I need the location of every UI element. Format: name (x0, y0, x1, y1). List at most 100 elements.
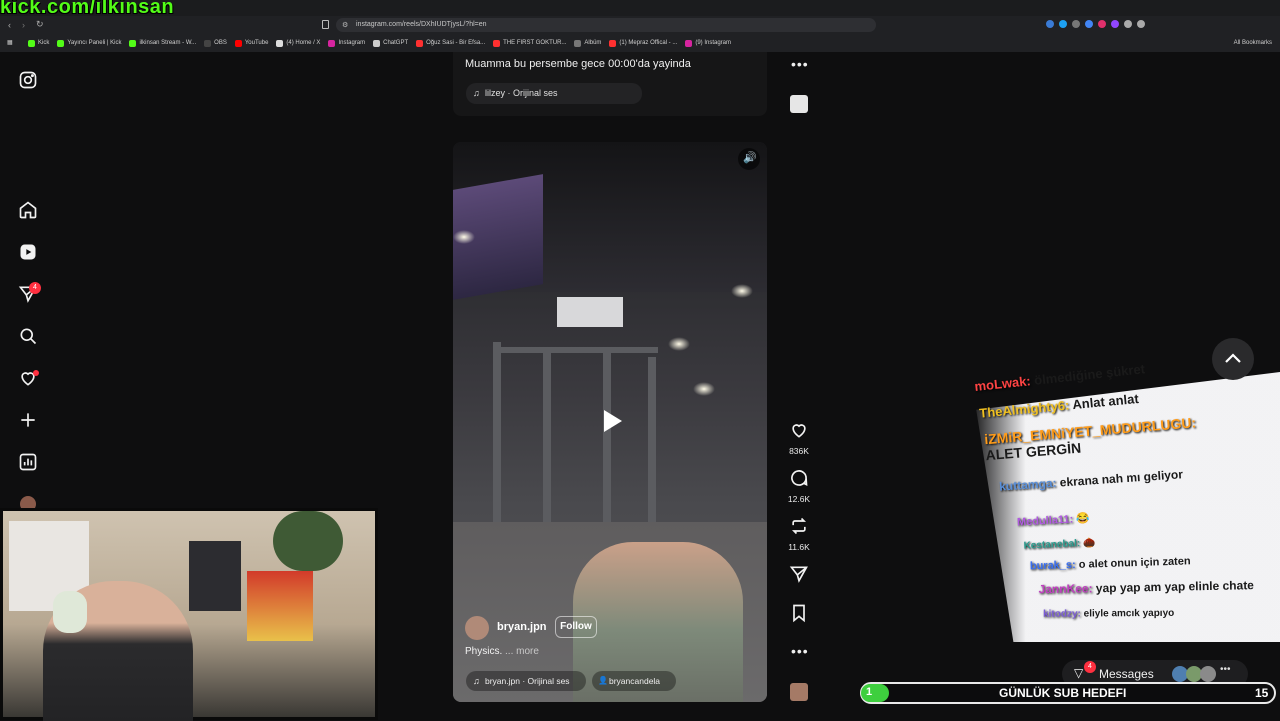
chat-text: yap yap am yap elinle chate (1095, 578, 1255, 596)
chat-message: iZMiR_EMNiYET_MUDURLUGU: ALET GERGİN (984, 411, 1236, 463)
messages-more-icon: ••• (1220, 664, 1231, 675)
chat-message: burak_s: o alet onun için zaten (1030, 555, 1191, 572)
kick-overlay-text: kick.com/ilkinsan (0, 0, 175, 18)
reel-play-button[interactable] (594, 404, 628, 438)
bookmark-item[interactable]: Kick (28, 36, 49, 50)
extension-icon[interactable] (1098, 20, 1106, 28)
bookmark-item[interactable]: Instagram (328, 36, 365, 50)
person-icon: 👤 (598, 676, 608, 685)
bookmark-item[interactable]: ilkinsan Stream - W... (129, 36, 196, 50)
caption-more-link[interactable]: ... more (505, 646, 539, 657)
audio-thumbnail[interactable] (790, 683, 808, 701)
extension-icon[interactable] (1046, 20, 1054, 28)
bookmark-favicon-icon (328, 39, 336, 47)
like-action[interactable]: 836K (786, 420, 812, 456)
extension-icon[interactable] (1059, 20, 1067, 28)
previous-more-options-icon[interactable]: ••• (791, 56, 809, 72)
chat-username: JannKee: (1038, 581, 1096, 597)
bookmark-item[interactable]: (4) Home / X (276, 36, 320, 50)
bookmark-label: OBS (214, 40, 227, 46)
create-plus-icon[interactable] (18, 410, 38, 430)
repost-action[interactable]: 11.6K (786, 516, 812, 552)
ceiling-light (693, 382, 715, 396)
chat-message: kitodzy: eliyle amcık yapıyo (1043, 608, 1174, 620)
tagged-user-label: bryancandela (609, 676, 661, 686)
bookmark-favicon-icon (609, 39, 617, 47)
extension-icon[interactable] (1072, 20, 1080, 28)
apps-icon[interactable]: ▦ (7, 36, 13, 50)
extension-icon[interactable] (1124, 20, 1132, 28)
reel-caption-text: Physics. (465, 646, 503, 657)
bookmark-item[interactable]: (1) Mepraz Offical - ... (609, 36, 677, 50)
bookmark-page-icon[interactable] (322, 20, 329, 29)
chat-username: TheAlmighty6: (978, 397, 1074, 421)
title-bar (0, 0, 1280, 16)
messages-label: Messages (1099, 667, 1154, 681)
ceiling-light (668, 337, 690, 351)
previous-audio-thumbnail[interactable] (790, 95, 808, 113)
bookmarks-bar: ▦ Kick Yayıncı Paneli | Kick ilkinsan Stre… (0, 36, 1280, 50)
bookmark-label: Yayıncı Paneli | Kick (67, 40, 122, 46)
bookmark-label: ChatGPT (383, 40, 409, 46)
extension-icon[interactable] (1137, 20, 1145, 28)
follow-button[interactable]: Follow (555, 616, 597, 638)
reel-author-username[interactable]: bryan.jpn (497, 621, 547, 633)
site-info-icon[interactable]: ⚙ (342, 21, 348, 29)
more-options-icon[interactable]: ••• (791, 643, 809, 659)
bookmark-item[interactable]: ChatGPT (373, 36, 408, 50)
repost-icon (791, 517, 807, 535)
reel-sound-toggle[interactable]: 🔊 (738, 148, 760, 170)
bookmark-label: (1) Mepraz Offical - ... (619, 40, 678, 46)
chat-message: JannKee: yap yap am yap elinle chate (1038, 578, 1254, 596)
bookmark-label: Instagram (338, 40, 366, 46)
chat-username: Medulla11: (1016, 513, 1077, 529)
webcam-poster (247, 571, 313, 641)
extension-icon[interactable] (1085, 20, 1093, 28)
all-bookmarks[interactable]: All Bookmarks (1234, 36, 1272, 50)
bookmark-item[interactable]: Yayıncı Paneli | Kick (57, 36, 121, 50)
tagged-user-pill[interactable]: 👤 bryancandela (592, 671, 676, 691)
chat-text: o alet onun için zaten (1078, 555, 1191, 571)
previous-reel-audio-pill[interactable]: ♫ lilzey · Orijinal ses (466, 83, 642, 104)
reel-author-avatar[interactable] (465, 616, 489, 640)
share-icon (789, 566, 808, 583)
reload-icon[interactable]: ↻ (36, 19, 44, 30)
bookmark-icon (793, 604, 805, 623)
chat-username: Kestanebal: (1023, 538, 1084, 552)
address-bar[interactable]: instagram.com/reels/DXhIUDTjysL/?hl=en (336, 18, 876, 32)
sub-goal-label: GÜNLÜK SUB HEDEFI (999, 686, 1127, 700)
back-icon[interactable]: ‹ (8, 20, 11, 30)
extension-icon[interactable] (1111, 20, 1119, 28)
bookmark-item[interactable]: THE FIRST GOKTUR... (493, 36, 566, 50)
heart-icon (792, 424, 806, 438)
bookmark-item[interactable]: OBS (204, 36, 227, 50)
forward-icon[interactable]: › (22, 20, 25, 30)
bookmark-label: Albüm (584, 40, 602, 46)
chat-username: kitodzy: (1043, 608, 1084, 620)
share-action[interactable] (786, 564, 812, 589)
bookmark-item[interactable]: Albüm (574, 36, 601, 50)
notification-dot (33, 370, 39, 376)
bookmark-label: ilkinsan Stream - W... (139, 40, 197, 46)
reel-audio-label: bryan.jpn · Orijinal ses (485, 676, 570, 686)
chat-message: Medulla11: 😂 (1017, 512, 1091, 529)
bookmark-item[interactable]: (9) Instagram (685, 36, 731, 50)
reels-icon[interactable] (18, 242, 38, 262)
reel-audio-pill[interactable]: ♫ bryan.jpn · Orijinal ses (466, 671, 586, 691)
chat-username: iZMiR_EMNiYET_MUDURLUGU: (983, 414, 1197, 448)
scroll-up-button[interactable] (1212, 338, 1254, 380)
home-icon[interactable] (18, 200, 38, 220)
instagram-logo-icon[interactable] (18, 70, 38, 90)
bookmark-favicon-icon (129, 39, 137, 47)
bookmark-item[interactable]: YouTube (234, 36, 268, 50)
previous-reel-audio-label: lilzey · Orijinal ses (485, 88, 558, 98)
comment-action[interactable]: 12.6K (786, 468, 812, 504)
dashboard-icon[interactable] (18, 452, 38, 472)
bookmark-label: THE FIRST GOKTUR... (503, 40, 567, 46)
cable-machine (493, 347, 658, 353)
like-count: 836K (789, 446, 809, 456)
bookmark-item[interactable]: Oğuz Sasi - Bir Efsa... (416, 36, 485, 50)
search-icon[interactable] (18, 326, 38, 346)
save-action[interactable] (786, 603, 812, 628)
bookmark-favicon-icon (28, 39, 35, 47)
